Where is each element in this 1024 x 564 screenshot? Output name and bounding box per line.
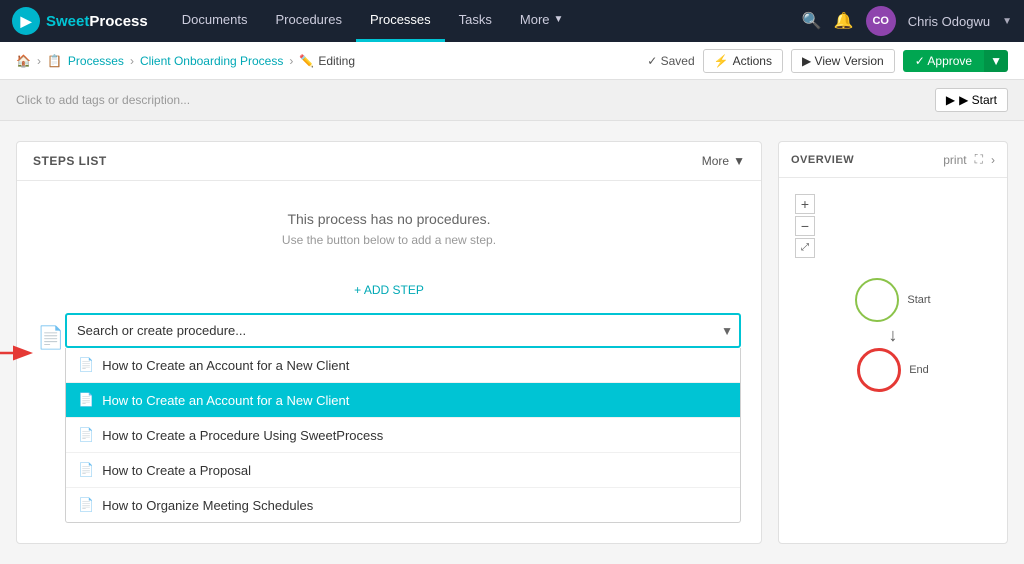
overview-title: OVERVIEW: [791, 154, 854, 166]
steps-title: STEPS LIST: [33, 154, 107, 168]
steps-header: STEPS LIST More ▼: [17, 142, 761, 181]
user-chevron-icon[interactable]: ▼: [1002, 16, 1012, 27]
breadcrumb-current: ✏️ Editing: [299, 54, 355, 68]
start-node: [855, 278, 899, 322]
dropdown-item-label-2: How to Create a Procedure Using SweetPro…: [102, 428, 383, 443]
doc-icon-4: 📄: [78, 497, 94, 513]
main-content: STEPS LIST More ▼ This process has no pr…: [0, 121, 1024, 564]
nav-items: Documents Procedures Processes Tasks Mor…: [168, 0, 802, 42]
steps-empty-sub: Use the button below to add a new step.: [37, 233, 741, 247]
breadcrumb-actions: ✓ Saved ⚡ Actions ▶ View Version ✓ Appro…: [647, 49, 1008, 73]
bell-icon[interactable]: 🔔: [834, 11, 854, 31]
overview-next-icon[interactable]: ›: [991, 153, 995, 167]
doc-icon-0: 📄: [78, 357, 94, 373]
zoom-out-button[interactable]: −: [795, 216, 815, 236]
tags-placeholder[interactable]: Click to add tags or description...: [16, 93, 190, 107]
dropdown-area: 📄 ▼: [17, 313, 761, 543]
list-item[interactable]: 📄 How to Create a Procedure Using SweetP…: [66, 418, 740, 453]
start-button[interactable]: ▶ ▶ Start: [935, 88, 1008, 112]
start-label: Start: [907, 294, 930, 306]
search-icon[interactable]: 🔍: [802, 11, 822, 31]
processes-icon: 📋: [47, 54, 62, 68]
overview-header: OVERVIEW print ⛶ ›: [779, 142, 1007, 178]
overview-expand-icon[interactable]: ⛶: [975, 152, 983, 167]
saved-indicator: ✓ Saved: [647, 54, 694, 68]
steps-more-button[interactable]: More ▼: [702, 154, 745, 168]
end-node: [857, 348, 901, 392]
nav-item-documents[interactable]: Documents: [168, 0, 262, 42]
breadcrumb-client-onboarding[interactable]: Client Onboarding Process: [140, 54, 283, 68]
add-step-area: + ADD STEP: [17, 283, 761, 297]
dropdown-item-label-0: How to Create an Account for a New Clien…: [102, 358, 349, 373]
overview-print[interactable]: print: [943, 153, 966, 167]
list-item[interactable]: 📄 How to Create an Account for a New Cli…: [66, 383, 740, 418]
edit-icon: ✏️: [299, 54, 314, 68]
zoom-in-button[interactable]: +: [795, 194, 815, 214]
steps-empty-state: This process has no procedures. Use the …: [17, 181, 761, 267]
lightning-icon: ⚡: [714, 54, 729, 68]
list-item[interactable]: 📄 How to Create an Account for a New Cli…: [66, 348, 740, 383]
overview-body: + − ⤢ Start ↓ End: [779, 178, 1007, 408]
user-name: Chris Odogwu: [908, 14, 990, 29]
search-caret-icon: ▼: [721, 324, 733, 338]
nav-item-processes[interactable]: Processes: [356, 0, 445, 42]
steps-empty-title: This process has no procedures.: [37, 211, 741, 227]
view-version-button[interactable]: ▶ View Version: [791, 49, 895, 73]
approve-dropdown-button[interactable]: ▼: [984, 50, 1008, 72]
end-node-row: End: [857, 348, 929, 392]
breadcrumb: 🏠 › 📋 Processes › Client Onboarding Proc…: [16, 54, 355, 68]
search-input-wrapper: ▼: [65, 313, 741, 348]
play-icon: ▶: [946, 93, 955, 107]
nav-item-procedures[interactable]: Procedures: [261, 0, 355, 42]
dropdown-item-label-4: How to Organize Meeting Schedules: [102, 498, 313, 513]
logo[interactable]: ▶ SweetProcess: [12, 7, 148, 35]
more-chevron-icon: ▼: [554, 14, 564, 25]
end-label: End: [909, 364, 929, 376]
nav-item-tasks[interactable]: Tasks: [445, 0, 506, 42]
breadcrumb-home-icon[interactable]: 🏠: [16, 54, 31, 68]
top-navigation: ▶ SweetProcess Documents Procedures Proc…: [0, 0, 1024, 42]
nav-item-more[interactable]: More ▼: [506, 0, 578, 42]
logo-icon: ▶: [12, 7, 40, 35]
start-node-row: Start: [855, 278, 930, 322]
dropdown-item-label-3: How to Create a Proposal: [102, 463, 251, 478]
doc-icon-3: 📄: [78, 462, 94, 478]
nav-right: 🔍 🔔 CO Chris Odogwu ▼: [802, 6, 1012, 36]
zoom-controls: + − ⤢: [795, 194, 815, 258]
actions-button[interactable]: ⚡ Actions: [703, 49, 783, 73]
avatar[interactable]: CO: [866, 6, 896, 36]
dropdown-item-label-1: How to Create an Account for a New Clien…: [102, 393, 349, 408]
breadcrumb-bar: 🏠 › 📋 Processes › Client Onboarding Proc…: [0, 42, 1024, 80]
tags-bar: Click to add tags or description... ▶ ▶ …: [0, 80, 1024, 121]
red-arrow-indicator: [0, 343, 37, 366]
logo-text: SweetProcess: [46, 13, 148, 30]
approve-group: ✓ Approve ▼: [903, 50, 1008, 72]
search-container: ▼ 📄 How to Create an Account for a New C…: [37, 313, 741, 523]
approve-button[interactable]: ✓ Approve: [903, 50, 984, 72]
overview-panel: OVERVIEW print ⛶ › + − ⤢ Start ↓: [778, 141, 1008, 544]
flow-diagram: Start ↓ End: [795, 268, 991, 392]
zoom-fit-button[interactable]: ⤢: [795, 238, 815, 258]
add-step-button[interactable]: + ADD STEP: [17, 283, 761, 297]
overview-controls: print ⛶ ›: [943, 152, 995, 167]
breadcrumb-processes[interactable]: Processes: [68, 54, 124, 68]
doc-icon-2: 📄: [78, 427, 94, 443]
flow-arrow-down: ↓: [889, 326, 898, 344]
search-input[interactable]: [65, 313, 741, 348]
dropdown-list: 📄 How to Create an Account for a New Cli…: [65, 348, 741, 523]
list-item[interactable]: 📄 How to Organize Meeting Schedules: [66, 488, 740, 522]
chevron-down-icon: ▼: [733, 154, 745, 168]
steps-panel: STEPS LIST More ▼ This process has no pr…: [16, 141, 762, 544]
doc-icon-1: 📄: [78, 392, 94, 408]
list-item[interactable]: 📄 How to Create a Proposal: [66, 453, 740, 488]
